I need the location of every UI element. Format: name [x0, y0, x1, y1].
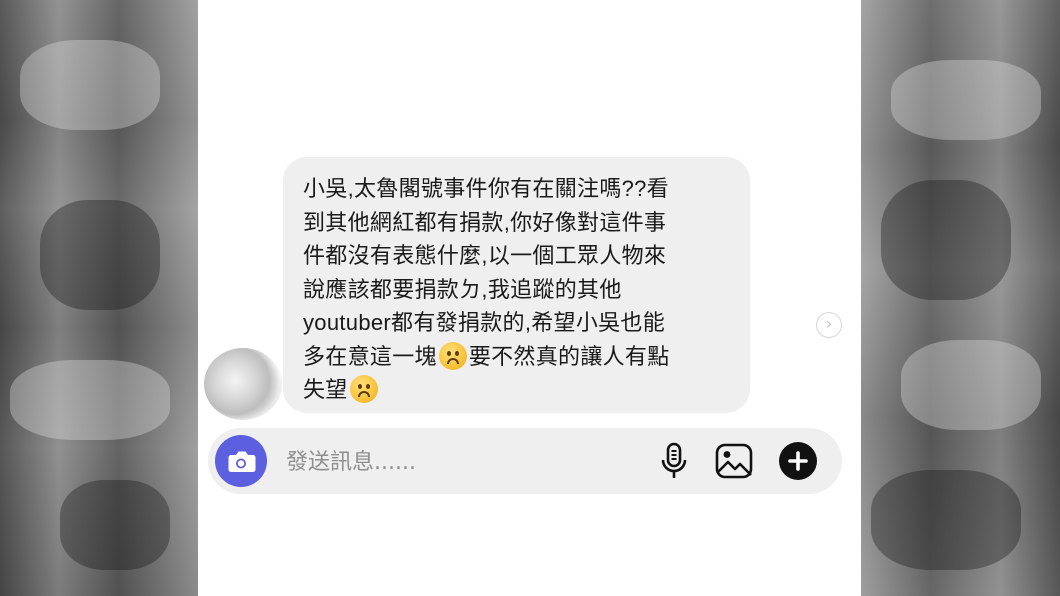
message-text: 小吳,太魯閣號事件你有在關注嗎??看 到其他網紅都有捐款,你好像對這件事 件都沒… [303, 172, 730, 407]
chat-screen: 小吳,太魯閣號事件你有在關注嗎??看 到其他網紅都有捐款,你好像對這件事 件都沒… [198, 0, 861, 596]
image-icon [715, 443, 753, 479]
camera-icon [228, 451, 256, 472]
message-line: 說應該都要捐款ㄉ,我追蹤的其他 [303, 276, 622, 302]
frowning-face-icon [438, 341, 467, 370]
plus-icon [788, 451, 808, 471]
message-line: 小吳,太魯閣號事件你有在關注嗎??看 [303, 176, 669, 201]
frowning-face-icon [349, 375, 378, 403]
chevron-right-icon[interactable]: › [816, 312, 842, 338]
message-line: 件都沒有表態什麼,以一個工眾人物來 [303, 243, 667, 268]
message-bubble[interactable]: 小吳,太魯閣號事件你有在關注嗎??看 到其他網紅都有捐款,你好像對這件事 件都沒… [283, 157, 750, 413]
gallery-button[interactable] [714, 442, 754, 480]
message-line: 失望 [303, 377, 348, 402]
microphone-icon [661, 442, 687, 478]
message-input[interactable] [284, 444, 648, 480]
more-options-button[interactable] [779, 442, 817, 480]
message-line: youtuber都有發捐款的,希望小吳也能 [303, 310, 666, 335]
camera-button[interactable] [215, 435, 267, 487]
message-line: 要不然真的讓人有點 [468, 343, 670, 369]
blurred-background-right [861, 0, 1060, 596]
message-composer [208, 428, 842, 494]
blurred-background-left [0, 0, 198, 596]
voice-message-button[interactable] [657, 441, 691, 481]
message-line: 多在意這一塊 [303, 343, 437, 369]
message-line: 到其他網紅都有捐款,你好像對這件事 [303, 209, 667, 235]
sender-avatar[interactable] [204, 348, 282, 420]
